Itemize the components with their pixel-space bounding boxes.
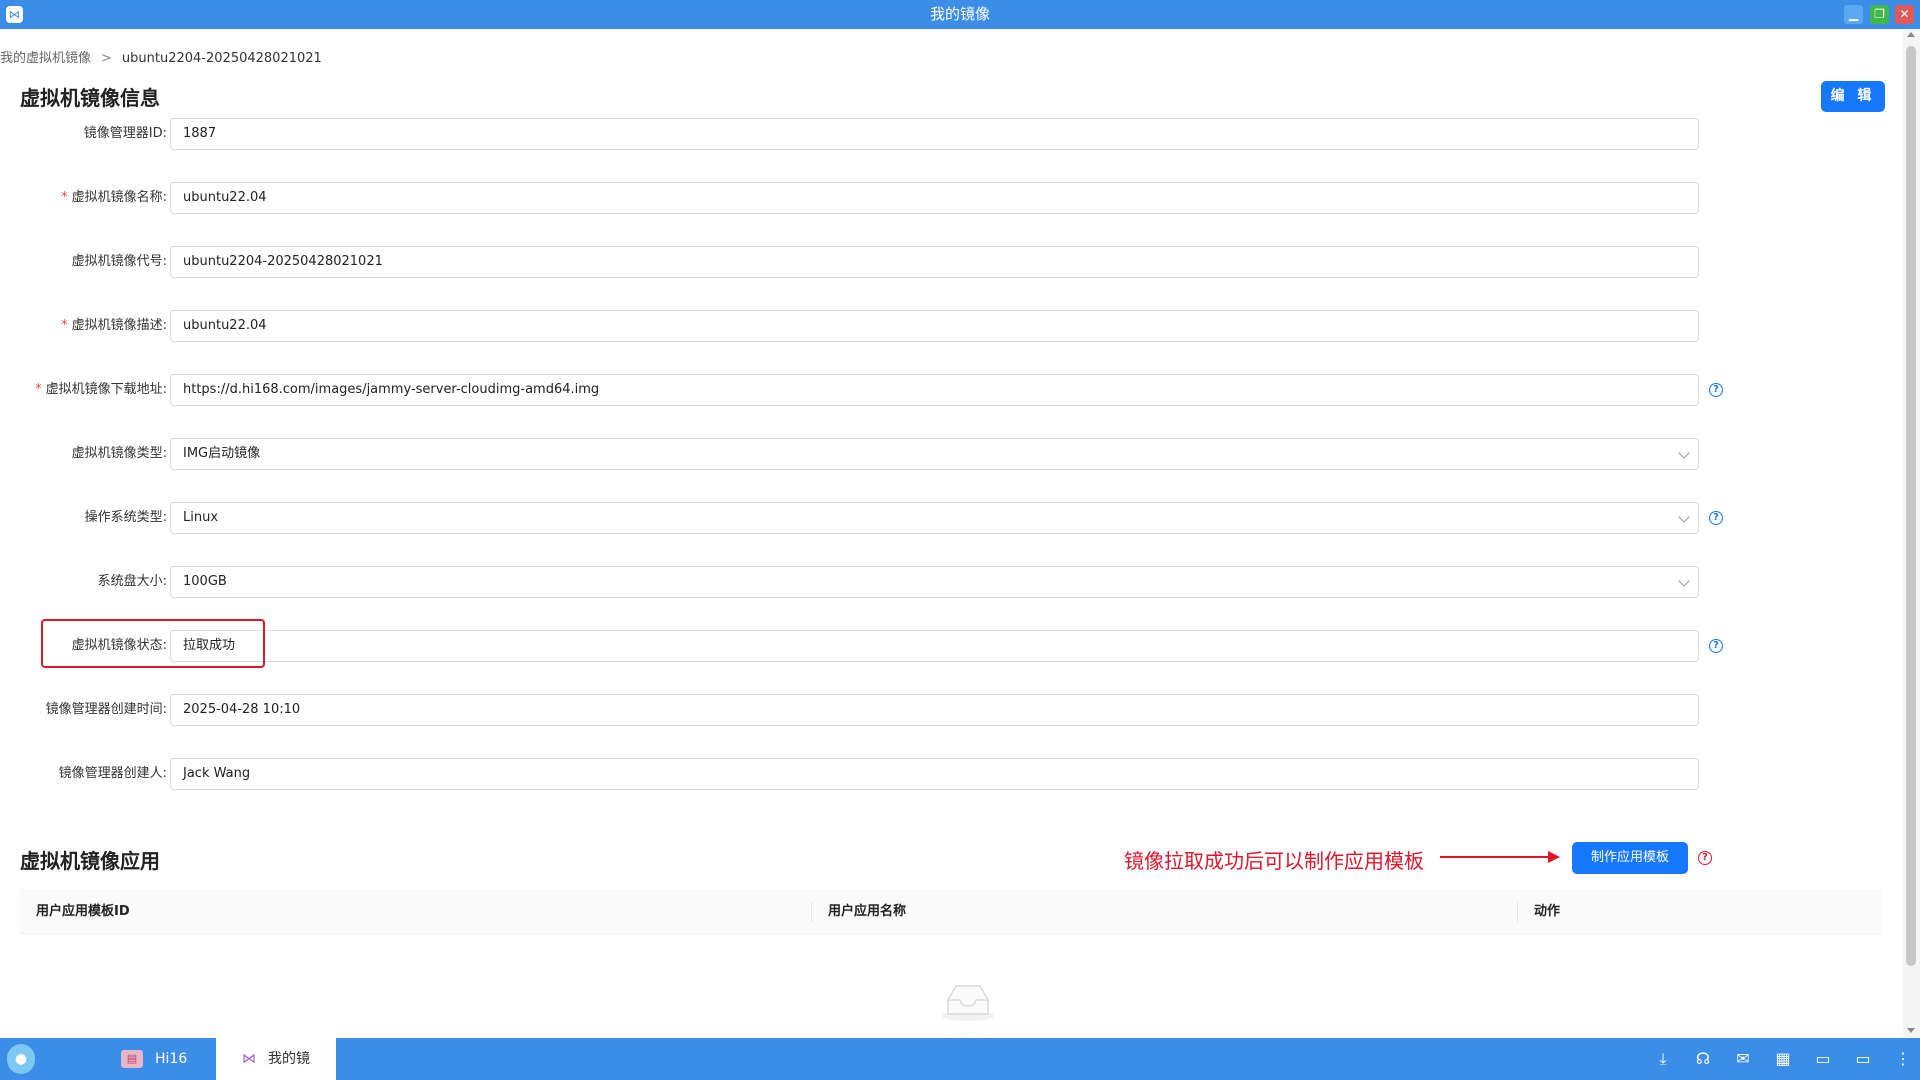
required-mark: * [61,318,68,333]
app-window-icon: ▤ [121,1050,143,1068]
field-label: 虚拟机镜像类型: [71,446,167,461]
window-title: 我的镜像 [929,5,990,23]
table-header: 用户应用模板ID 用户应用名称 动作 [20,889,1882,934]
image-type-select[interactable]: IMG启动镜像 [170,438,1699,470]
column-action: 动作 [1534,904,1561,919]
creator-input[interactable]: Jack Wang [170,758,1699,790]
field-label: 虚拟机镜像代号: [71,254,167,269]
image-description-input[interactable]: ubuntu22.04 [170,310,1699,342]
title-bar: ⋈ 我的镜像 ▁ ❐ ✕ [0,0,1920,29]
taskbar: ● ▤ Hi16 ⋈ 我的镜 ⤓ ☊ ✉ ▦ ▭ ▭ ⋮ [0,1038,1920,1080]
breadcrumb-current: ubuntu2204-20250428021021 [121,51,322,66]
column-template-id: 用户应用模板ID [36,904,130,919]
field-image-code: 虚拟机镜像代号: ubuntu2204-20250428021021 [0,246,1760,278]
column-app-name: 用户应用名称 [828,904,907,919]
field-label: 镜像管理器创建人: [58,766,167,781]
more-options-icon[interactable]: ⋮ [1893,1049,1913,1069]
display-icon[interactable]: ▭ [1853,1049,1873,1069]
close-button[interactable]: ✕ [1895,5,1914,24]
message-icon[interactable]: ▭ [1813,1049,1833,1069]
taskbar-item-label: 我的镜 [268,1051,310,1067]
chevron-down-icon [1678,447,1690,459]
disk-size-select[interactable]: 100GB [170,566,1699,598]
required-mark: * [61,190,68,205]
app-logo-icon: ⋈ [242,1051,256,1067]
chevron-down-icon [1678,511,1690,523]
help-icon[interactable]: ? [1709,511,1723,525]
make-template-button[interactable]: 制作应用模板 [1572,842,1688,874]
start-menu-icon[interactable]: ● [7,1044,35,1074]
annotation-arrow [1440,856,1550,858]
chevron-down-icon [1678,575,1690,587]
headset-icon[interactable]: ☊ [1693,1049,1713,1069]
field-label: * 虚拟机镜像描述: [61,318,167,333]
download-url-input[interactable]: https://d.hi168.com/images/jammy-server-… [170,374,1699,406]
image-info-title: 虚拟机镜像信息 [20,86,160,110]
column-divider [1517,902,1518,922]
field-disk-size: 系统盘大小: 100GB [0,566,1760,598]
os-type-select[interactable]: Linux [170,502,1699,534]
field-image-name: * 虚拟机镜像名称: ubuntu22.04 [0,182,1760,214]
help-icon[interactable]: ? [1698,851,1712,865]
scroll-down-arrow-icon[interactable] [1907,1028,1915,1033]
field-label: 镜像管理器ID: [83,126,167,141]
field-label: 操作系统类型: [84,510,167,525]
field-label: 系统盘大小: [97,574,167,589]
field-os-type: 操作系统类型: Linux ? [0,502,1760,534]
required-mark: * [35,382,42,397]
download-icon[interactable]: ⤓ [1653,1049,1673,1069]
wechat-icon[interactable]: ✉ [1733,1049,1753,1069]
column-divider [811,902,812,922]
status-highlight-box [41,619,265,668]
empty-inbox-icon [942,985,994,1021]
created-time-input[interactable]: 2025-04-28 10:10 [170,694,1699,726]
edit-button[interactable]: 编 辑 [1821,81,1885,112]
taskbar-item-my-images[interactable]: ⋈ 我的镜 [216,1038,336,1080]
field-creator: 镜像管理器创建人: Jack Wang [0,758,1760,790]
breadcrumb: 我的虚拟机镜像 > ubuntu2204-20250428021021 [0,47,322,66]
field-manager-id: 镜像管理器ID: 1887 [0,118,1760,150]
image-apps-title: 虚拟机镜像应用 [20,849,160,873]
taskbar-item-hi16[interactable]: ▤ Hi16 [121,1038,211,1080]
minimize-button[interactable]: ▁ [1844,5,1863,24]
field-label: 镜像管理器创建时间: [45,702,167,717]
image-code-input[interactable]: ubuntu2204-20250428021021 [170,246,1699,278]
taskbar-item-label: Hi16 [155,1051,188,1067]
help-icon[interactable]: ? [1709,383,1723,397]
field-created-time: 镜像管理器创建时间: 2025-04-28 10:10 [0,694,1760,726]
notes-icon[interactable]: ▦ [1773,1049,1793,1069]
image-status-input[interactable]: 拉取成功 [170,630,1699,662]
scroll-up-arrow-icon[interactable] [1907,32,1915,37]
image-name-input[interactable]: ubuntu22.04 [170,182,1699,214]
maximize-button[interactable]: ❐ [1870,5,1889,24]
table-body: 暂无数据 [20,934,1882,1053]
breadcrumb-separator: > [101,51,112,66]
manager-id-input[interactable]: 1887 [170,118,1699,150]
field-image-description: * 虚拟机镜像描述: ubuntu22.04 [0,310,1760,342]
field-label: * 虚拟机镜像下载地址: [35,382,167,397]
field-image-type: 虚拟机镜像类型: IMG启动镜像 [0,438,1760,470]
field-label: * 虚拟机镜像名称: [61,190,167,205]
scrollbar-thumb[interactable] [1906,46,1916,966]
annotation-text: 镜像拉取成功后可以制作应用模板 [1124,849,1424,873]
field-download-url: * 虚拟机镜像下载地址: https://d.hi168.com/images/j… [0,374,1760,406]
arrow-head-icon [1548,851,1560,863]
breadcrumb-parent-link[interactable]: 我的虚拟机镜像 [0,51,91,66]
help-icon[interactable]: ? [1709,639,1723,653]
